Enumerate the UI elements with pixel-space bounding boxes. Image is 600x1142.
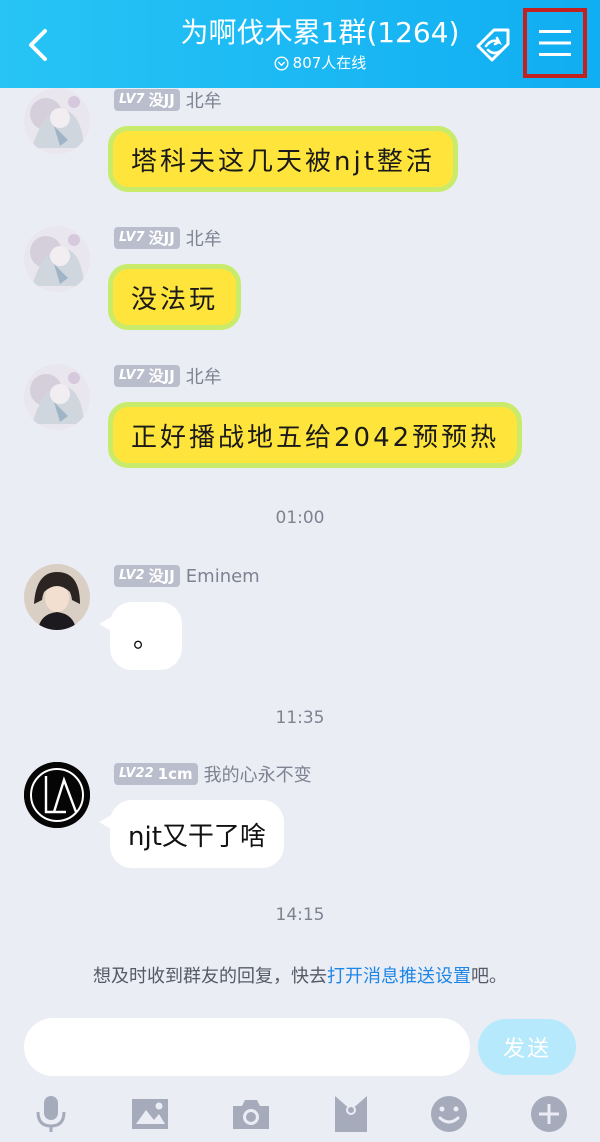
menu-button[interactable]	[523, 8, 587, 78]
avatar[interactable]	[24, 226, 90, 292]
chat-title-area[interactable]: 为啊伐木累1群(1264) 807人在线	[150, 14, 490, 74]
emoji-icon	[431, 1096, 467, 1132]
camera-button[interactable]	[230, 1092, 272, 1136]
timestamp: 14:15	[275, 905, 325, 925]
sender-meta: LV22 1cm 我的心永不变	[114, 762, 312, 786]
avatar[interactable]	[24, 364, 90, 430]
chat-header: 为啊伐木累1群(1264) 807人在线	[0, 0, 600, 88]
level-badge: LV7 没JJ	[114, 227, 180, 249]
sender-meta: LV7 没JJ 北牟	[114, 364, 222, 388]
voice-button[interactable]	[30, 1092, 72, 1136]
level-badge: LV7 没JJ	[114, 89, 180, 111]
reply-mention-button[interactable]	[472, 24, 516, 68]
timestamp: 01:00	[275, 508, 325, 528]
sender-name: 我的心永不变	[203, 765, 312, 786]
group-title: 为啊伐木累1群(1264)	[180, 16, 460, 49]
notice-prefix: 想及时收到群友的回复，快去	[93, 966, 327, 987]
avatar[interactable]	[24, 88, 90, 154]
red-packet-icon	[335, 1096, 367, 1132]
message-bubble[interactable]: 正好播战地五给2042预预热	[108, 402, 523, 468]
input-toolbar	[0, 1088, 600, 1142]
more-button[interactable]	[528, 1092, 570, 1136]
sender-meta: LV2 没JJ Eminem	[114, 564, 260, 588]
back-arrow-icon	[29, 29, 47, 61]
back-button[interactable]	[22, 26, 52, 64]
sender-name: Eminem	[185, 565, 260, 587]
sender-meta: LV7 没JJ 北牟	[114, 226, 222, 250]
push-settings-link[interactable]: 打开消息推送设置	[327, 966, 471, 987]
online-count: 807人在线	[292, 54, 367, 72]
sender-name: 北牟	[185, 367, 222, 388]
red-packet-button[interactable]	[330, 1092, 372, 1136]
reply-tag-icon	[476, 28, 510, 62]
notice-suffix: 吧。	[471, 966, 507, 987]
image-icon	[132, 1099, 168, 1129]
message-bubble[interactable]: 塔科夫这几天被njt整活	[108, 126, 458, 192]
message-bubble[interactable]: njt又干了啥	[110, 800, 284, 868]
sender-name: 北牟	[185, 229, 222, 250]
online-chevron-icon	[274, 55, 289, 71]
emoji-button[interactable]	[428, 1092, 470, 1136]
avatar[interactable]	[24, 762, 90, 828]
plus-icon	[531, 1096, 567, 1132]
push-notice: 想及时收到群友的回复，快去打开消息推送设置吧。	[0, 962, 600, 988]
sender-meta: LV7 没JJ 北牟	[114, 88, 222, 112]
level-badge: LV7 没JJ	[114, 365, 180, 387]
message-bubble[interactable]: 没法玩	[108, 264, 242, 330]
microphone-icon	[36, 1096, 66, 1132]
message-bubble[interactable]: 。	[110, 602, 182, 670]
send-button[interactable]: 发送	[478, 1019, 576, 1075]
image-button[interactable]	[129, 1092, 171, 1136]
camera-icon	[233, 1100, 269, 1129]
level-badge: LV22 1cm	[114, 763, 198, 785]
avatar[interactable]	[24, 564, 90, 630]
sender-name: 北牟	[185, 91, 222, 112]
online-status: 807人在线	[150, 52, 490, 74]
level-badge: LV2 没JJ	[114, 565, 180, 587]
hamburger-menu-icon	[539, 30, 571, 56]
timestamp: 11:35	[275, 708, 325, 728]
message-input[interactable]	[24, 1018, 470, 1076]
